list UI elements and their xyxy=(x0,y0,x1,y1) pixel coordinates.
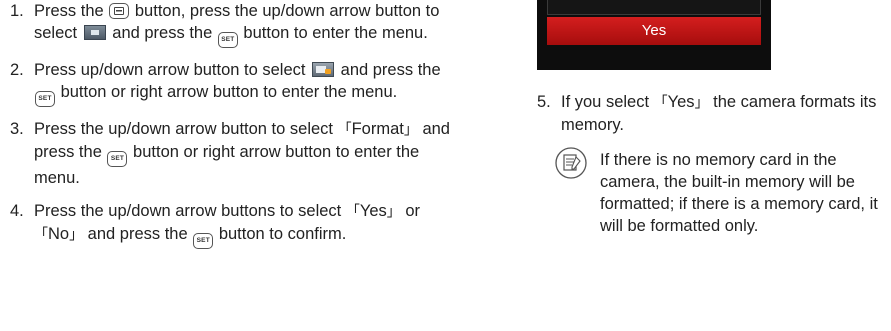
step-5: 5. If you select 「Yes」 the camera formats… xyxy=(537,93,877,134)
menu-option-yes-selected: Yes xyxy=(547,17,761,45)
step-4: 4. Press the up/down arrow buttons to sel… xyxy=(10,200,450,249)
note-icon xyxy=(555,147,587,179)
set-button-icon: SET xyxy=(193,233,214,249)
option-no: No xyxy=(48,225,70,243)
set-button-icon: SET xyxy=(217,32,238,48)
step-number: 3. xyxy=(10,120,24,138)
step-3: 3. Press the up/down arrow button to sele… xyxy=(10,120,450,187)
note-text: If there is no memory card in the camera… xyxy=(600,151,878,235)
option-yes: Yes xyxy=(359,202,387,220)
step-number: 5. xyxy=(537,93,551,111)
set-button-icon: SET xyxy=(35,91,55,107)
camera-screen: Yes xyxy=(537,0,771,70)
step-2: 2. Press up/down arrow button to select a… xyxy=(10,59,450,107)
playback-mode-icon xyxy=(83,25,106,40)
step-number: 4. xyxy=(10,202,24,220)
instruction-steps: 1. Press the button, press the up/down ar… xyxy=(10,0,450,260)
setup-menu-icon xyxy=(312,62,335,77)
option-format: Format xyxy=(351,120,404,138)
step-number: 1. xyxy=(10,2,24,20)
step-1: 1. Press the button, press the up/down ar… xyxy=(10,0,450,48)
option-yes: Yes xyxy=(667,93,695,111)
step-number: 2. xyxy=(10,61,24,79)
menu-option-no xyxy=(547,0,761,15)
menu-button-icon xyxy=(109,3,130,19)
set-button-icon: SET xyxy=(107,151,128,167)
